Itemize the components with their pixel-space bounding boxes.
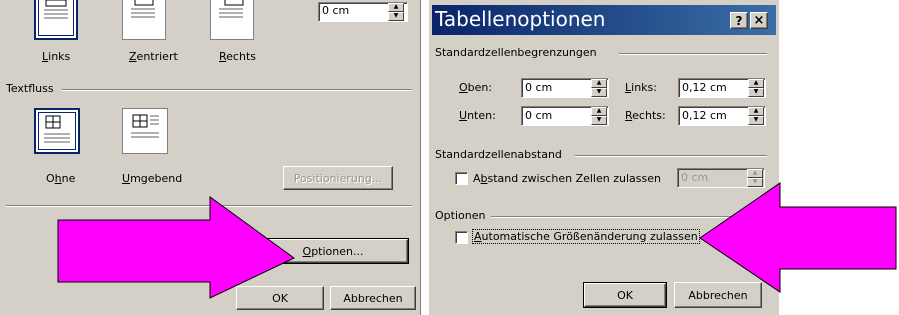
annotation-arrow-right bbox=[699, 182, 897, 293]
